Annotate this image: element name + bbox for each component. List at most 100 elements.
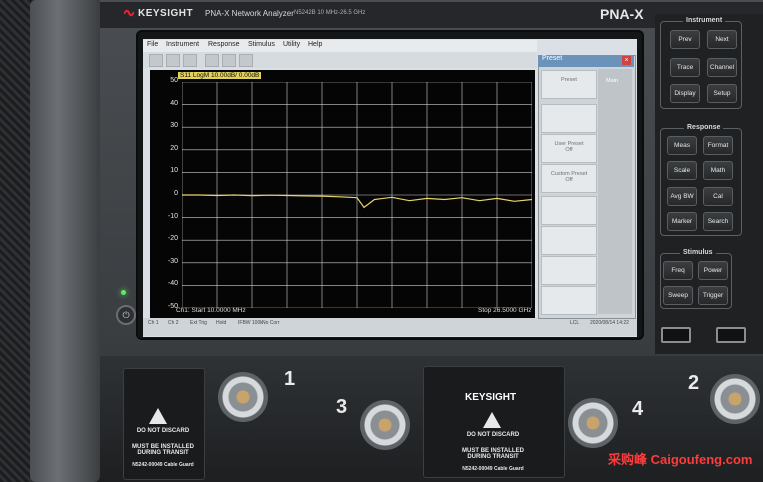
- y-tick-label: 20: [170, 144, 178, 152]
- preset-softkey-sub: Off: [565, 177, 573, 183]
- status-ch1[interactable]: Ch 1: [148, 320, 159, 326]
- stimulus-key-trigger[interactable]: Trigger: [698, 286, 728, 305]
- stimulus-group-title: Stimulus: [680, 249, 716, 256]
- instrument-key-next[interactable]: Next: [707, 30, 737, 49]
- menu-instrument[interactable]: Instrument: [166, 41, 199, 48]
- preset-tab-label: Main: [606, 78, 618, 84]
- menu-stimulus[interactable]: Stimulus: [248, 41, 275, 48]
- response-group-title: Response: [684, 124, 724, 131]
- status-ifbw[interactable]: IFBW 100k: [238, 320, 263, 326]
- y-tick-label: -50: [167, 303, 178, 310]
- power-button[interactable]: ⏻: [116, 305, 136, 325]
- port-connector-1[interactable]: [218, 372, 268, 422]
- y-tick-label: -30: [167, 257, 178, 265]
- status-hold[interactable]: Hold: [216, 320, 226, 326]
- menu-utility[interactable]: Utility: [283, 41, 300, 48]
- toolbar-button-icon[interactable]: [183, 54, 197, 67]
- preset-softkey-sub: Off: [565, 147, 573, 153]
- watermark: 采购峰 Caigoufeng.com: [608, 452, 753, 467]
- preset-softkey[interactable]: [541, 226, 597, 255]
- model-subtitle: N5242B 10 MHz-26.5 GHz: [294, 10, 366, 16]
- preset-softkey[interactable]: [541, 196, 597, 225]
- warning-icon: [483, 412, 501, 428]
- stimulus-key-freq[interactable]: Freq: [663, 261, 693, 280]
- port-connector-4[interactable]: [568, 398, 618, 448]
- menu-bar: [143, 40, 537, 52]
- guard-text-1-center: DO NOT DISCARD: [466, 432, 520, 438]
- guard-text-2-center: MUST BE INSTALLED DURING TRANSIT: [462, 448, 524, 460]
- port-number-3: 3: [336, 396, 348, 418]
- port-connector-3[interactable]: [360, 400, 410, 450]
- menu-response[interactable]: Response: [208, 41, 240, 48]
- stop-frequency-label: Stop 26.5000 GHz: [478, 307, 532, 314]
- port-connector-2[interactable]: [710, 374, 760, 424]
- preset-softkey[interactable]: [541, 104, 597, 133]
- brand-name: KEYSIGHT: [138, 8, 194, 19]
- front-handle: [30, 0, 100, 482]
- toolbar-button-icon[interactable]: [205, 54, 219, 67]
- status-lcl: LCL: [570, 320, 580, 326]
- response-key-format[interactable]: Format: [703, 136, 733, 155]
- stimulus-key-power[interactable]: Power: [698, 261, 728, 280]
- guard-text-2: MUST BE INSTALLED DURING TRANSIT: [132, 444, 194, 456]
- preset-softkey[interactable]: User Preset Off: [541, 134, 597, 163]
- instrument-key-prev[interactable]: Prev: [670, 30, 700, 49]
- y-tick-label: 30: [170, 122, 178, 130]
- y-tick-label: -10: [167, 212, 178, 220]
- port-number-1: 1: [284, 368, 296, 390]
- status-trig[interactable]: Ext Trig: [190, 320, 207, 326]
- instrument-group-title: Instrument: [683, 17, 726, 24]
- status-corr[interactable]: No Corr: [262, 320, 280, 326]
- warning-icon: [149, 408, 167, 424]
- menu-help[interactable]: Help: [308, 41, 322, 48]
- response-key-meas[interactable]: Meas: [667, 136, 697, 155]
- toolbar-undo-icon[interactable]: [149, 54, 163, 67]
- series-name: PNA-X: [600, 6, 644, 22]
- toolbar-redo-icon[interactable]: [166, 54, 180, 67]
- menu-file[interactable]: File: [147, 41, 158, 48]
- chart-grid: [182, 82, 532, 308]
- usb-port-icon[interactable]: [716, 327, 746, 343]
- guard-text-3: N5242-00049 Cable Guard: [132, 462, 194, 468]
- model-title: PNA-X Network Analyzer: [205, 9, 294, 18]
- toolbar-button-icon[interactable]: [239, 54, 253, 67]
- response-key-scale[interactable]: Scale: [667, 161, 697, 180]
- preset-softkey-label: Preset: [561, 77, 577, 83]
- power-led: [121, 290, 126, 295]
- channel-start-label: Ch1: Start 10.0000 MHz: [176, 307, 246, 314]
- guard-text-3-center: N5242-00049 Cable Guard: [462, 466, 524, 472]
- status-datetime: 2020/08/14 14:22: [590, 320, 629, 326]
- instrument-key-display[interactable]: Display: [670, 84, 700, 103]
- response-key-cal[interactable]: Cal: [703, 187, 733, 206]
- y-tick-label: 10: [170, 167, 178, 175]
- instrument-key-setup[interactable]: Setup: [707, 84, 737, 103]
- keysight-logo-icon: [124, 9, 134, 17]
- close-icon[interactable]: ×: [622, 56, 631, 65]
- instrument-key-channel[interactable]: Channel: [707, 58, 737, 77]
- port-number-4: 4: [632, 398, 644, 420]
- y-tick-label: -40: [167, 280, 178, 288]
- response-key-marker[interactable]: Marker: [667, 212, 697, 231]
- status-ch2[interactable]: Ch 2: [168, 320, 179, 326]
- response-key-math[interactable]: Math: [703, 161, 733, 180]
- preset-softkey[interactable]: Preset: [541, 70, 597, 99]
- trace-label[interactable]: S11 LogM 10.00dB/ 0.00dB: [178, 72, 262, 79]
- preset-title-text: Preset: [542, 55, 563, 62]
- stimulus-key-sweep[interactable]: Sweep: [663, 286, 693, 305]
- preset-softkey[interactable]: Custom Preset Off: [541, 164, 597, 193]
- y-tick-label: 40: [170, 99, 178, 107]
- y-tick-label: 0: [174, 190, 178, 197]
- y-tick-label: -20: [167, 235, 178, 243]
- toolbar-button-icon[interactable]: [222, 54, 236, 67]
- instrument-key-trace[interactable]: Trace: [670, 58, 700, 77]
- response-key-avg-bw[interactable]: Avg BW: [667, 187, 697, 206]
- preset-title: Preset: [538, 55, 634, 67]
- center-guard-brand: KEYSIGHT: [465, 392, 517, 403]
- usb-port-icon[interactable]: [661, 327, 691, 343]
- guard-text-1: DO NOT DISCARD: [136, 428, 190, 434]
- port-number-2: 2: [688, 372, 700, 394]
- preset-softkey[interactable]: [541, 286, 597, 315]
- preset-softkey[interactable]: [541, 256, 597, 285]
- preset-tab[interactable]: [598, 69, 632, 314]
- response-key-search[interactable]: Search: [703, 212, 733, 231]
